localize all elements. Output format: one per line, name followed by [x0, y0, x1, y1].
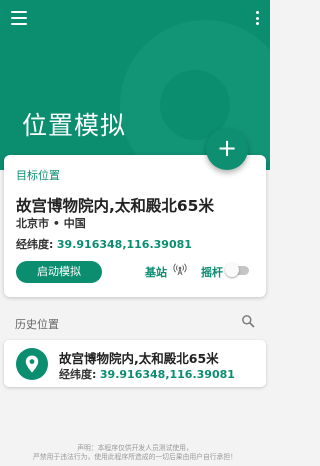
history-list-item[interactable]: 故宫博物院内,太和殿北65米 经纬度: 39.916348,116.39081: [4, 340, 266, 387]
coord-label: 经纬度:: [59, 368, 97, 381]
page-title: 位置模拟: [22, 111, 127, 140]
history-section-title: 历史位置: [15, 318, 59, 331]
target-section-label: 目标位置: [16, 169, 60, 182]
disclaimer: 声明：本程序仅供开发人员测试使用， 严禁用于违法行为，使用此程序所造成的一切后果…: [0, 444, 270, 462]
disclaimer-line-2: 严禁用于违法行为，使用此程序所造成的一切后果由用户自行承担！: [33, 453, 237, 461]
target-location-name[interactable]: 故宫博物院内,太和殿北65米: [16, 194, 214, 216]
target-city: 北京市 • 中国: [16, 217, 86, 230]
coord-value: 39.916348,116.39081: [56, 238, 192, 251]
disclaimer-line-1: 声明：本程序仅供开发人员测试使用，: [77, 444, 193, 452]
joystick-label: 摇杆: [201, 266, 223, 279]
plus-icon: +: [216, 134, 238, 162]
more-vertical-icon[interactable]: [254, 11, 260, 25]
add-location-button[interactable]: +: [206, 128, 248, 170]
toggle-thumb: [225, 263, 239, 277]
antenna-signal-icon[interactable]: [173, 262, 187, 276]
target-location-card: 目标位置 故宫博物院内,太和殿北65米 北京市 • 中国 经纬度: 39.916…: [4, 155, 266, 297]
history-item-coordinates: 经纬度: 39.916348,116.39081: [59, 366, 235, 382]
search-icon[interactable]: [241, 314, 255, 328]
location-pin-icon: [16, 348, 48, 380]
coord-value: 39.916348,116.39081: [99, 368, 235, 381]
base-station-label[interactable]: 基站: [145, 264, 167, 280]
start-simulation-button[interactable]: 启动模拟: [16, 261, 102, 283]
joystick-toggle[interactable]: [225, 263, 249, 277]
hamburger-menu-icon[interactable]: [11, 11, 27, 25]
history-item-name: 故宫博物院内,太和殿北65米: [59, 351, 219, 366]
app-root: 位置模拟 + 目标位置 故宫博物院内,太和殿北65米 北京市 • 中国 经纬度:…: [0, 0, 270, 466]
target-coordinates: 经纬度: 39.916348,116.39081: [16, 236, 192, 252]
coord-label: 经纬度:: [16, 238, 54, 251]
